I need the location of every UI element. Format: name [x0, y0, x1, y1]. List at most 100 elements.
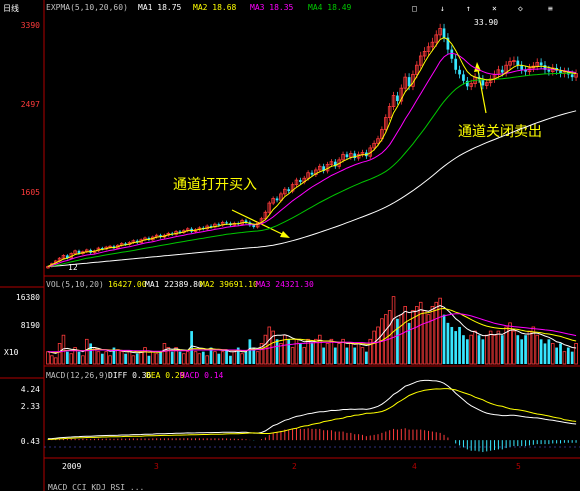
volume-bar — [353, 347, 357, 364]
volume-bar — [81, 355, 85, 365]
candle-body — [539, 62, 543, 66]
volume-bar — [462, 335, 465, 364]
volume-bar — [89, 343, 93, 364]
dash-icon[interactable]: □ — [412, 4, 417, 13]
volume-bar — [287, 339, 291, 364]
volume-bar — [77, 351, 81, 364]
volume-bar — [159, 351, 162, 364]
chart-frame — [0, 0, 580, 491]
volume-bar — [108, 355, 112, 365]
volume-bar — [96, 351, 101, 365]
candle-body — [287, 189, 291, 192]
vol-ma2: MA2 39691.10 — [200, 280, 258, 289]
volume-bar — [349, 343, 353, 365]
volume-bar — [407, 322, 411, 364]
volume-bar — [69, 353, 74, 365]
x-month-1: 3 — [154, 462, 159, 471]
ma2-value: MA2 18.68 — [193, 3, 237, 12]
volume-bar — [100, 353, 104, 364]
volume-bar — [185, 351, 190, 365]
arrow-up-icon[interactable]: ↑ — [466, 4, 471, 13]
candle-body — [298, 180, 302, 182]
volume-bar — [566, 347, 570, 364]
macd-tick-high: 4.24 — [21, 385, 40, 394]
volume-bar — [302, 347, 306, 365]
macd-label: MACD(12,26,9) — [46, 371, 109, 380]
candle-body — [407, 77, 411, 87]
volume-bar — [512, 330, 516, 365]
volume-bar — [225, 349, 228, 364]
candle-body — [345, 154, 349, 158]
volume-bar — [240, 353, 244, 365]
volume-bar — [116, 349, 120, 365]
cross-icon[interactable]: × — [492, 4, 497, 13]
volume-bar — [543, 343, 547, 364]
volume-bar — [434, 301, 439, 365]
volume-bar — [465, 339, 469, 364]
volume-bar — [143, 347, 147, 365]
volume-bar — [547, 339, 551, 364]
volume-bar — [488, 330, 493, 365]
candle-body — [454, 58, 458, 70]
volume-bar — [422, 310, 427, 365]
volume-bar — [496, 330, 501, 365]
annotation-arrows — [231, 62, 487, 238]
volume-bar — [201, 351, 205, 364]
volume-bar — [341, 338, 345, 365]
candle-body — [547, 69, 551, 72]
candle-body — [252, 225, 256, 227]
dea-value: DEA 0.29 — [146, 371, 185, 380]
x-month-2: 2 — [292, 462, 297, 471]
volume-bar — [387, 310, 392, 365]
volume-bar — [248, 339, 252, 364]
volume-bar — [454, 331, 458, 364]
x-month-4: 5 — [516, 462, 521, 471]
volume-bar — [232, 351, 237, 365]
indicator-tabs[interactable]: MACD CCI KDJ RSI ... — [48, 483, 144, 491]
volume-bar — [244, 351, 248, 364]
volume-bar — [298, 343, 302, 364]
chart-stage: 日线 EXPMA(5,10,20,60) MA1 18.75 MA2 18.68… — [0, 0, 580, 491]
volume-bar — [356, 343, 361, 365]
candle-body — [442, 28, 446, 38]
volume-bar — [318, 334, 322, 365]
volume-bar — [147, 355, 151, 364]
menu-icon[interactable]: ≡ — [548, 4, 553, 13]
ma4-value: MA4 18.49 — [308, 3, 352, 12]
volume-bar — [263, 334, 268, 365]
volume-bar — [290, 347, 295, 365]
x-month-3: 4 — [412, 462, 417, 471]
volume-bar — [135, 353, 139, 364]
volume-bar — [197, 353, 202, 365]
arrow-down-icon[interactable]: ↓ — [440, 4, 445, 13]
ma3-value: MA3 18.35 — [250, 3, 294, 12]
volume-bar — [539, 339, 543, 364]
vol-tick-high: 16380 — [16, 293, 40, 302]
volume-bar — [170, 351, 174, 364]
volume-bar — [85, 338, 89, 365]
volume-bar — [217, 353, 221, 364]
volume-bar — [535, 334, 539, 365]
search-icon[interactable]: ◇ — [518, 4, 523, 13]
volume-bar — [53, 357, 58, 365]
candle-body — [396, 95, 399, 102]
volume-bar — [131, 355, 136, 365]
vol-label: VOL(5,10,20) — [46, 280, 104, 289]
volume-bar — [50, 355, 54, 365]
volume-bar — [65, 351, 69, 364]
macd-panel — [47, 379, 577, 453]
candle-body — [310, 172, 314, 175]
volume-bar — [500, 335, 504, 364]
volume-bar — [46, 351, 50, 365]
volume-bar — [255, 351, 260, 365]
volume-bar — [430, 305, 435, 365]
volume-bar — [325, 343, 330, 365]
volume-bar — [450, 326, 454, 364]
volume-bar — [205, 355, 209, 365]
volume-bar — [151, 351, 155, 365]
volume-bar — [562, 351, 567, 365]
volume-bar — [294, 338, 299, 365]
volume-bar — [310, 343, 314, 364]
candle-body — [275, 198, 279, 201]
period-label: 日线 — [3, 3, 19, 13]
